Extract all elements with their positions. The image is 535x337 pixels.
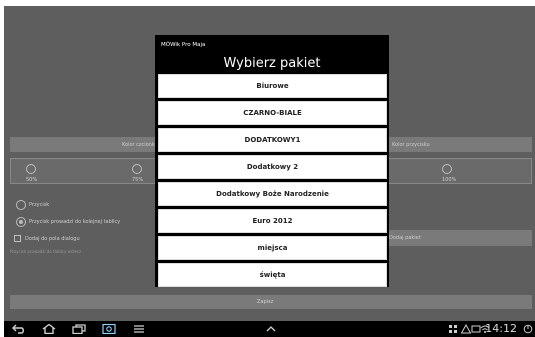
status-clock: 14:12 [485,322,517,335]
scale-radio-100[interactable] [442,164,452,174]
button-color-button[interactable]: Kolor przycisku [392,142,430,148]
scale-label-100: 100% [442,177,457,183]
radio-link-type-label: Przycisk prowadzi do kolejnej tablicy [29,219,121,225]
package-item-euro-2012[interactable]: Euro 2012 [158,209,387,233]
package-dialog: MÓWik Pro Maja Wybierz pakiet Biurowe CZ… [155,35,389,287]
system-bar: 14:12 [4,321,535,337]
scale-radio-75[interactable] [132,164,142,174]
package-item-swieta[interactable]: święta [158,263,387,287]
small-note: Przycisk prowadzi do tablicy wstecz [10,249,82,254]
radio-button-type[interactable] [16,200,26,210]
save-button[interactable]: Zapisz [257,299,273,305]
package-item-miejsca[interactable]: miejsca [158,236,387,260]
up-chevron-icon[interactable] [264,324,278,334]
font-color-button[interactable]: Kolor czcionki [122,142,156,148]
add-package-button[interactable]: Dodaj pakiet [389,235,421,241]
scale-label-75: 75% [132,177,144,183]
dialog-app-name: MÓWik Pro Maja [161,42,206,48]
package-item-boze-narodzenie[interactable]: Dodatkowy Boże Narodzenie [158,182,387,206]
recent-apps-icon[interactable] [72,324,86,334]
package-item-biurowe[interactable]: Biurowe [158,74,387,98]
scale-label-50: 50% [26,177,38,183]
package-item-czarno-biale[interactable]: CZARNO-BIALE [158,101,387,125]
menu-icon[interactable] [132,324,146,334]
package-item-dodatkowy1[interactable]: DODATKOWY1 [158,128,387,152]
dialog-title: Wybierz pakiet [223,56,321,71]
radio-link-type[interactable] [16,217,26,227]
screenshot-icon[interactable] [102,324,116,334]
warning-icon [461,324,471,334]
dialog-checkbox[interactable] [14,235,21,242]
grid-icon [449,325,457,333]
dialog-checkbox-label: Dodaj do pola dialogu [25,236,80,242]
radio-button-type-label: Przycisk [29,202,50,208]
package-list: Biurowe CZARNO-BIALE DODATKOWY1 Dodatkow… [158,74,387,290]
battery-icon [523,324,533,334]
back-icon[interactable] [12,324,26,334]
package-item-dodatkowy-2[interactable]: Dodatkowy 2 [158,155,387,179]
scale-radio-50[interactable] [26,164,36,174]
home-icon[interactable] [42,324,56,334]
